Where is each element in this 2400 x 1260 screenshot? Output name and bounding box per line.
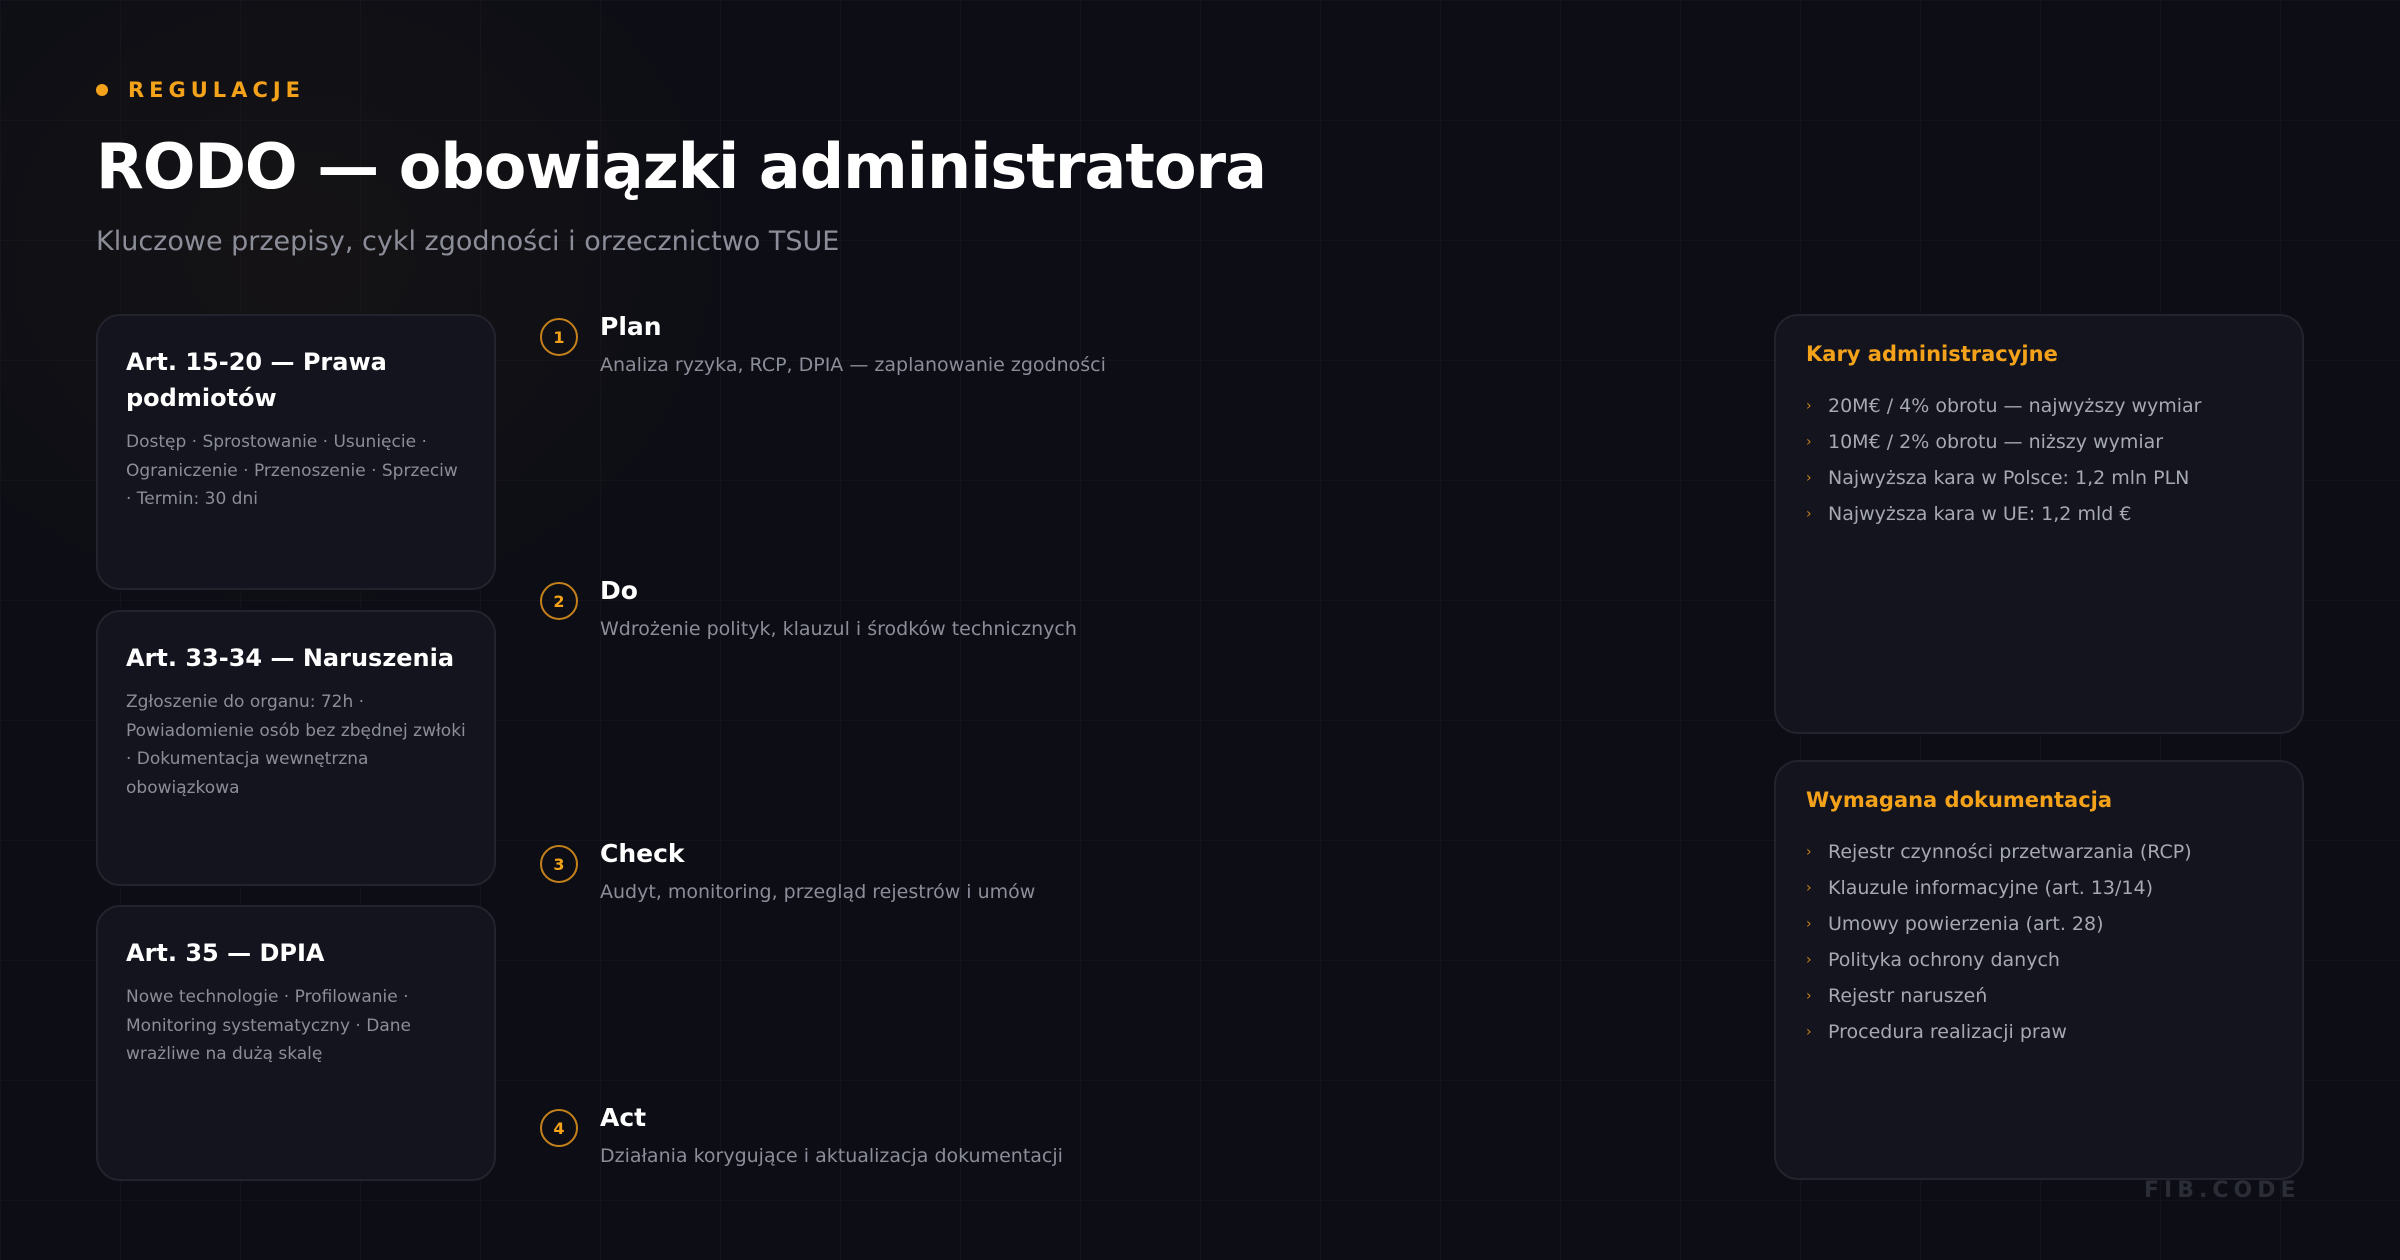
step-name: Do bbox=[600, 576, 638, 605]
page-subtitle: Kluczowe przepisy, cykl zgodności i orze… bbox=[96, 226, 840, 257]
step-description: Wdrożenie polityk, klauzul i środków tec… bbox=[600, 618, 1077, 640]
list-item-text: Rejestr czynności przetwarzania (RCP) bbox=[1828, 841, 2192, 863]
step-name: Plan bbox=[600, 312, 662, 341]
list-item: › Rejestr czynności przetwarzania (RCP) bbox=[1806, 834, 2272, 870]
penalties-card: Kary administracyjne › 20M€ / 4% obrotu —… bbox=[1774, 314, 2304, 734]
list-item-text: Klauzule informacyjne (art. 13/14) bbox=[1828, 877, 2154, 899]
list-item-text: 20M€ / 4% obrotu — najwyższy wymiar bbox=[1828, 395, 2202, 417]
documentation-title: Wymagana dokumentacja bbox=[1806, 788, 2113, 812]
article-title: Art. 35 — DPIA bbox=[126, 939, 325, 967]
step-number-badge: 1 bbox=[540, 318, 578, 356]
chevron-right-icon: › bbox=[1806, 844, 1812, 860]
list-item-text: Najwyższa kara w Polsce: 1,2 mln PLN bbox=[1828, 467, 2190, 489]
article-text: Nowe technologie · Profilowanie · Monito… bbox=[126, 987, 411, 1064]
step-number-badge: 2 bbox=[540, 582, 578, 620]
chevron-right-icon: › bbox=[1806, 880, 1812, 896]
list-item-text: Najwyższa kara w UE: 1,2 mld € bbox=[1828, 503, 2132, 525]
article-text: Dostęp · Sprostowanie · Usunięcie · Ogra… bbox=[126, 432, 458, 509]
article-card-breaches: Art. 33-34 — Naruszenia Zgłoszenie do or… bbox=[96, 610, 496, 886]
chevron-right-icon: › bbox=[1806, 952, 1812, 968]
step-number-badge: 3 bbox=[540, 845, 578, 883]
list-item: › 10M€ / 2% obrotu — niższy wymiar bbox=[1806, 424, 2272, 460]
list-item-text: Procedura realizacji praw bbox=[1828, 1021, 2067, 1043]
slide: REGULACJE RODO — obowiązki administrator… bbox=[0, 0, 2400, 1260]
step-name: Check bbox=[600, 839, 685, 868]
chevron-right-icon: › bbox=[1806, 1024, 1812, 1040]
list-item-text: Rejestr naruszeń bbox=[1828, 985, 1988, 1007]
eyebrow: REGULACJE bbox=[96, 78, 305, 102]
penalties-title: Kary administracyjne bbox=[1806, 342, 2058, 366]
list-item: › 20M€ / 4% obrotu — najwyższy wymiar bbox=[1806, 388, 2272, 424]
list-item: › Polityka ochrony danych bbox=[1806, 942, 2272, 978]
list-item: › Umowy powierzenia (art. 28) bbox=[1806, 906, 2272, 942]
chevron-right-icon: › bbox=[1806, 434, 1812, 450]
article-title: Art. 15-20 — Prawa podmiotów bbox=[126, 348, 387, 412]
penalties-list: › 20M€ / 4% obrotu — najwyższy wymiar › 10… bbox=[1806, 388, 2272, 532]
list-item-text: Polityka ochrony danych bbox=[1828, 949, 2060, 971]
list-item: › Najwyższa kara w UE: 1,2 mld € bbox=[1806, 496, 2272, 532]
article-title: Art. 33-34 — Naruszenia bbox=[126, 644, 455, 672]
step-name: Act bbox=[600, 1103, 647, 1132]
list-item-text: 10M€ / 2% obrotu — niższy wymiar bbox=[1828, 431, 2164, 453]
dot-icon bbox=[96, 84, 108, 96]
step-description: Audyt, monitoring, przegląd rejestrów i … bbox=[600, 881, 1036, 903]
chevron-right-icon: › bbox=[1806, 470, 1812, 486]
list-item: › Klauzule informacyjne (art. 13/14) bbox=[1806, 870, 2272, 906]
list-item: › Rejestr naruszeń bbox=[1806, 978, 2272, 1014]
step-description: Analiza ryzyka, RCP, DPIA — zaplanowanie… bbox=[600, 354, 1106, 376]
list-item: › Procedura realizacji praw bbox=[1806, 1014, 2272, 1050]
eyebrow-label: REGULACJE bbox=[128, 78, 306, 102]
list-item: › Najwyższa kara w Polsce: 1,2 mln PLN bbox=[1806, 460, 2272, 496]
article-card-rights: Art. 15-20 — Prawa podmiotów Dostęp · Sp… bbox=[96, 314, 496, 590]
article-text: Zgłoszenie do organu: 72h · Powiadomieni… bbox=[126, 692, 466, 798]
chevron-right-icon: › bbox=[1806, 916, 1812, 932]
documentation-card: Wymagana dokumentacja › Rejestr czynności… bbox=[1774, 760, 2304, 1180]
chevron-right-icon: › bbox=[1806, 398, 1812, 414]
article-card-dpia: Art. 35 — DPIA Nowe technologie · Profil… bbox=[96, 905, 496, 1181]
list-item-text: Umowy powierzenia (art. 28) bbox=[1828, 913, 2104, 935]
chevron-right-icon: › bbox=[1806, 506, 1812, 522]
step-number-badge: 4 bbox=[540, 1109, 578, 1147]
chevron-right-icon: › bbox=[1806, 988, 1812, 1004]
brand-watermark: FIB.CODE bbox=[2144, 1178, 2301, 1203]
documentation-list: › Rejestr czynności przetwarzania (RCP) ›… bbox=[1806, 834, 2272, 1050]
step-description: Działania korygujące i aktualizacja doku… bbox=[600, 1145, 1063, 1167]
page-title: RODO — obowiązki administratora bbox=[96, 130, 1267, 203]
